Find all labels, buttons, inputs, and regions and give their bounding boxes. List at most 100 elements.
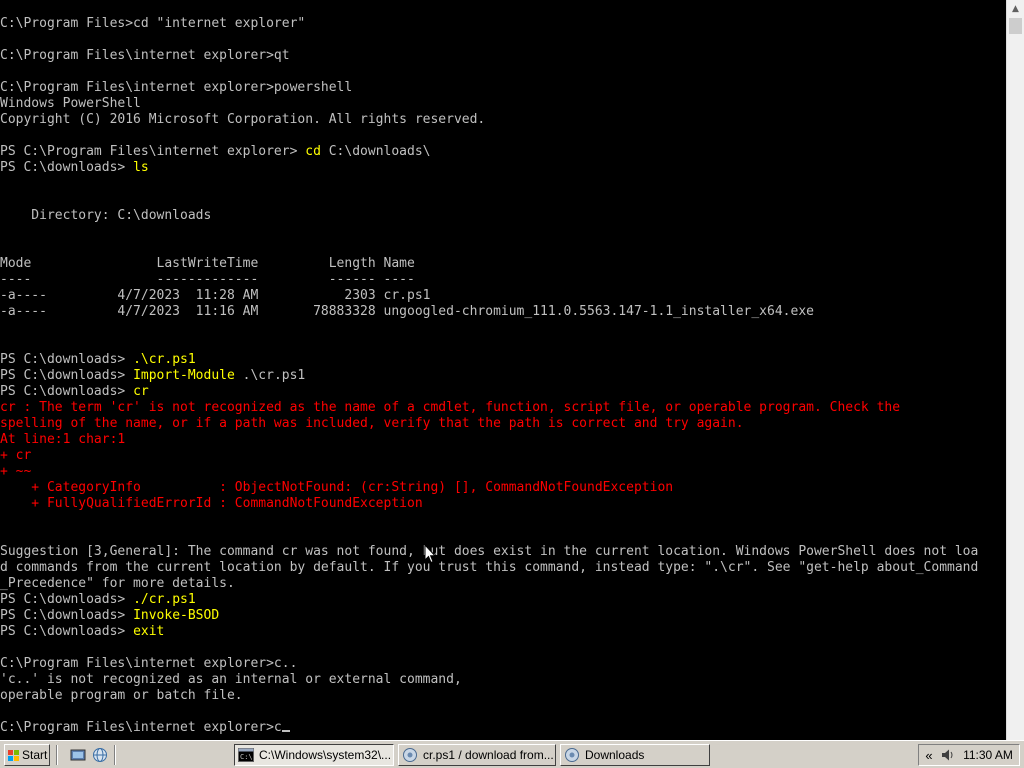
console-text: ---- ------------- ------ ---- — [0, 272, 415, 287]
windows-logo-icon — [8, 749, 19, 761]
console-scrollbar[interactable]: ▲ — [1006, 0, 1024, 740]
console-line: C:\Program Files>cd "internet explorer" — [0, 16, 978, 32]
console-text: PS C:\downloads> — [0, 384, 134, 399]
console-text: d commands from the current location by … — [0, 560, 979, 575]
svg-text:C:\: C:\ — [240, 753, 253, 761]
console-text: PS C:\downloads> — [0, 368, 134, 383]
console-text: Suggestion [3,General]: The command cr w… — [0, 544, 979, 559]
console-line: PS C:\downloads> exit — [0, 624, 978, 640]
tray-expand-chevron-icon[interactable]: « — [919, 748, 939, 763]
console-text: _Precedence" for more details. — [0, 576, 235, 591]
console-text: PS C:\downloads> — [0, 608, 134, 623]
cmd-icon: C:\ — [238, 748, 254, 762]
console-text: cd — [305, 144, 321, 159]
console-line: Windows PowerShell — [0, 96, 978, 112]
folder-icon — [565, 748, 579, 762]
console-line: + cr — [0, 448, 978, 464]
text-cursor — [281, 730, 290, 732]
console-text: Mode LastWriteTime Length Name — [0, 256, 415, 271]
scroll-up-arrow-icon[interactable]: ▲ — [1007, 0, 1024, 17]
console-text: + cr — [0, 448, 32, 463]
console-line: PS C:\Program Files\internet explorer> c… — [0, 144, 978, 160]
browser-icon — [403, 748, 417, 762]
console-text: spelling of the name, or if a path was i… — [0, 416, 744, 431]
taskbar: Start C:\ C:\Windows\system32\... cr.ps1… — [0, 740, 1024, 768]
console-text: Windows PowerShell — [0, 96, 141, 111]
console-text: ./cr.ps1 — [133, 592, 196, 607]
console-text: PS C:\downloads> — [0, 352, 134, 367]
start-button[interactable]: Start — [4, 744, 50, 766]
console-text: PS C:\Program Files\internet explorer> — [0, 144, 306, 159]
console-text: PS C:\downloads> — [0, 160, 134, 175]
console-line: Directory: C:\downloads — [0, 208, 978, 224]
console-text: C:\Program Files\internet explorer>qt — [0, 48, 290, 63]
console-line: -a---- 4/7/2023 11:28 AM 2303 cr.ps1 — [0, 288, 978, 304]
console-line: 'c..' is not recognized as an internal o… — [0, 672, 978, 688]
clock[interactable]: 11:30 AM — [957, 748, 1019, 762]
console-text: + ~~ — [0, 464, 32, 479]
quick-launch-browser-icon[interactable] — [92, 747, 108, 763]
console-line: C:\Program Files\internet explorer>qt — [0, 48, 978, 64]
console-text: exit — [133, 624, 165, 639]
console-line: PS C:\downloads> Invoke-BSOD — [0, 608, 978, 624]
console-line: C:\Program Files\internet explorer>power… — [0, 80, 978, 96]
console-text: .\cr.ps1 — [133, 352, 196, 367]
task-button-browser[interactable]: cr.ps1 / download from... — [398, 744, 556, 766]
console-line: d commands from the current location by … — [0, 560, 978, 576]
console-text: C:\Program Files>cd "internet explorer" — [0, 16, 306, 31]
console-line: + ~~ — [0, 464, 978, 480]
console-text: C:\Program Files\internet explorer>c.. — [0, 656, 298, 671]
console-line: + CategoryInfo : ObjectNotFound: (cr:Str… — [0, 480, 978, 496]
console-text: cr : The term 'cr' is not recognized as … — [0, 400, 901, 415]
console-line: C:\Program Files\internet explorer>c.. — [0, 656, 978, 672]
console-line: PS C:\downloads> cr — [0, 384, 978, 400]
console-text: + FullyQualifiedErrorId : CommandNotFoun… — [0, 496, 423, 511]
taskbar-separator — [114, 745, 116, 765]
console-line: _Precedence" for more details. — [0, 576, 978, 592]
console-line: PS C:\downloads> Import-Module .\cr.ps1 — [0, 368, 978, 384]
task-label: cr.ps1 / download from... — [423, 748, 554, 762]
task-label: Downloads — [585, 748, 645, 762]
console-text: .\cr.ps1 — [234, 368, 306, 383]
mouse-pointer-icon — [424, 544, 436, 564]
console-line: spelling of the name, or if a path was i… — [0, 416, 978, 432]
console-output: C:\Program Files>cd "internet explorer" C… — [0, 16, 978, 736]
console-line: PS C:\downloads> ls — [0, 160, 978, 176]
taskbar-separator — [56, 745, 58, 765]
console-text: 'c..' is not recognized as an internal o… — [0, 672, 462, 687]
console-line: Suggestion [3,General]: The command cr w… — [0, 544, 978, 560]
console-text: C:\downloads\ — [320, 144, 431, 159]
console-text: -a---- 4/7/2023 11:28 AM 2303 cr.ps1 — [0, 288, 431, 303]
task-label: C:\Windows\system32\... — [259, 748, 392, 762]
console-window[interactable]: C:\Program Files>cd "internet explorer" C… — [0, 0, 1006, 740]
volume-icon[interactable] — [939, 747, 957, 763]
console-text: Invoke-BSOD — [133, 608, 220, 623]
console-text: PS C:\downloads> — [0, 592, 134, 607]
console-text: cr — [133, 384, 149, 399]
console-text: ls — [133, 160, 149, 175]
console-line: -a---- 4/7/2023 11:16 AM 78883328 ungoog… — [0, 304, 978, 320]
console-text: Directory: C:\downloads — [0, 208, 212, 223]
console-text: PS C:\downloads> — [0, 624, 134, 639]
task-button-downloads[interactable]: Downloads — [560, 744, 710, 766]
console-text: -a---- 4/7/2023 11:16 AM 78883328 ungoog… — [0, 304, 814, 319]
task-button-cmd[interactable]: C:\ C:\Windows\system32\... — [234, 744, 394, 766]
console-line: Mode LastWriteTime Length Name — [0, 256, 978, 272]
scroll-thumb[interactable] — [1009, 18, 1022, 34]
console-text: operable program or batch file. — [0, 688, 243, 703]
console-text: Import-Module — [133, 368, 235, 383]
console-line: operable program or batch file. — [0, 688, 978, 704]
show-desktop-icon[interactable] — [70, 747, 86, 763]
